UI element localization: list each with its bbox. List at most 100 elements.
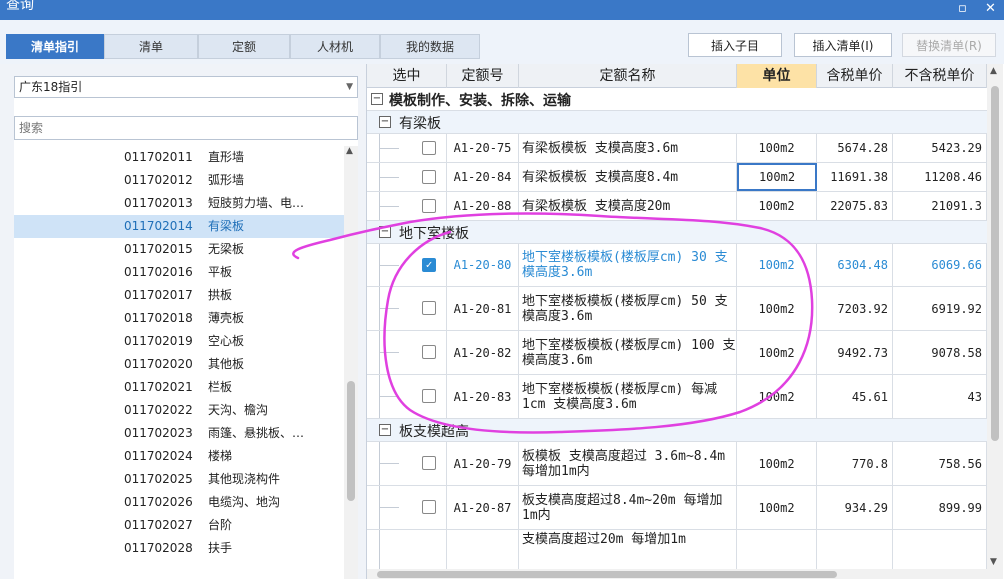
row-checkbox[interactable] — [422, 456, 436, 470]
tab-list[interactable]: 清单 — [104, 34, 198, 59]
collapse-icon[interactable]: − — [379, 226, 391, 238]
row-checkbox[interactable] — [422, 170, 436, 184]
tree-item[interactable]: 011702027 台阶 — [14, 514, 344, 537]
tab-quota[interactable]: 定额 — [198, 34, 290, 59]
select-cell — [367, 375, 447, 418]
table-row-checked[interactable]: ✓ A1-20-80 地下室楼板模板(楼板厚cm) 30 支模高度3.6m 10… — [367, 244, 987, 287]
close-icon[interactable]: ✕ — [985, 1, 996, 16]
tree-line — [379, 507, 399, 508]
guide-select-value: 广东18指引 — [19, 80, 83, 94]
col-unit[interactable]: 单位 — [737, 64, 817, 88]
row-checkbox[interactable] — [422, 345, 436, 359]
minimize-icon[interactable]: ▫ — [958, 1, 967, 16]
price-notax-cell: 6919.92 — [893, 287, 987, 330]
tree-scroll-thumb[interactable] — [347, 381, 355, 501]
row-checkbox[interactable] — [422, 389, 436, 403]
group-row[interactable]: − 板支模超高 — [367, 419, 987, 442]
search-input[interactable] — [14, 116, 358, 140]
unit-cell: 100m2 — [737, 375, 817, 418]
table-vscroll-thumb[interactable] — [991, 86, 999, 441]
chevron-down-icon: ▼ — [346, 82, 353, 92]
tree-item[interactable]: 011702016 平板 — [14, 261, 344, 284]
table-row[interactable]: A1-20-81 地下室楼板模板(楼板厚cm) 50 支模高度3.6m 100m… — [367, 287, 987, 331]
row-checkbox[interactable] — [422, 301, 436, 315]
row-checkbox[interactable] — [422, 199, 436, 213]
col-select[interactable]: 选中 — [367, 64, 447, 88]
tab-labor-material[interactable]: 人材机 — [290, 34, 380, 59]
tab-list-guide[interactable]: 清单指引 — [6, 34, 104, 59]
unit-cell: 100m2 — [737, 287, 817, 330]
tree-line — [379, 206, 399, 207]
table-row[interactable]: A1-20-83 地下室楼板模板(楼板厚cm) 每减1cm 支模高度3.6m 1… — [367, 375, 987, 419]
table-row[interactable]: A1-20-82 地下室楼板模板(楼板厚cm) 100 支模高度3.6m 100… — [367, 331, 987, 375]
tree-item[interactable]: 011702015 无梁板 — [14, 238, 344, 261]
table-row[interactable]: A1-20-87 板支模高度超过8.4m~20m 每增加1m内 100m2 93… — [367, 486, 987, 530]
tree-item[interactable]: 011702026 电缆沟、地沟 — [14, 491, 344, 514]
replace-list-button[interactable]: 替换清单(R) — [902, 33, 996, 57]
tree-item-name: 其他现浇构件 — [208, 472, 281, 486]
code-cell: A1-20-83 — [447, 375, 519, 418]
scroll-up-icon[interactable]: ▲ — [990, 66, 997, 76]
tree-item[interactable]: 011702021 栏板 — [14, 376, 344, 399]
name-cell: 地下室楼板模板(楼板厚cm) 每减1cm 支模高度3.6m — [519, 375, 737, 418]
tree-item[interactable]: 011702024 楼梯 — [14, 445, 344, 468]
table-row[interactable]: A1-20-84 有梁板模板 支模高度8.4m 100m2 11691.38 1… — [367, 163, 987, 192]
row-checkbox[interactable] — [422, 500, 436, 514]
table-row[interactable]: A1-20-75 有梁板模板 支模高度3.6m 100m2 5674.28 54… — [367, 134, 987, 163]
tree-item[interactable]: 011702012 弧形墙 — [14, 169, 344, 192]
tree-item-name: 电缆沟、地沟 — [208, 495, 281, 509]
tree-item-name: 扶手 — [208, 541, 233, 555]
table-row[interactable]: A1-20-88 有梁板模板 支模高度20m 100m2 22075.83 21… — [367, 192, 987, 221]
collapse-icon[interactable]: − — [379, 116, 391, 128]
code-cell: A1-20-75 — [447, 134, 519, 162]
unit-cell: 100m2 — [737, 331, 817, 374]
tree-scrollbar[interactable]: ▲ — [344, 146, 358, 579]
col-name[interactable]: 定额名称 — [519, 64, 737, 88]
scroll-up-icon[interactable]: ▲ — [346, 146, 353, 156]
group-row[interactable]: − 地下室楼板 — [367, 221, 987, 244]
tree-item[interactable]: 011702017 拱板 — [14, 284, 344, 307]
tree-line — [379, 463, 399, 464]
tree-item-code: 011702013 — [124, 196, 193, 210]
tree-item[interactable]: 011702018 薄壳板 — [14, 307, 344, 330]
tree-item-selected[interactable]: 011702014 有梁板 — [14, 215, 344, 238]
tree-item-name: 雨篷、悬挑板、… — [208, 426, 305, 440]
table-hscroll-thumb[interactable] — [377, 571, 837, 578]
tree-item[interactable]: 011702013 短肢剪力墙、电… — [14, 192, 344, 215]
tree-item[interactable]: 011702025 其他现浇构件 — [14, 468, 344, 491]
collapse-icon[interactable]: − — [371, 93, 383, 105]
tree-item[interactable]: 011702011 直形墙 — [14, 146, 344, 169]
table-row[interactable]: 支模高度超过20m 每增加1m — [367, 530, 987, 570]
tree-item[interactable]: 011702020 其他板 — [14, 353, 344, 376]
collapse-icon[interactable]: − — [379, 424, 391, 436]
group-row-top[interactable]: − 模板制作、安装、拆除、运输 — [367, 88, 987, 111]
col-code[interactable]: 定额号 — [447, 64, 519, 88]
tree-item[interactable]: 011702022 天沟、檐沟 — [14, 399, 344, 422]
tree-item-code: 011702028 — [124, 541, 193, 555]
price-tax-cell: 6304.48 — [817, 244, 893, 286]
guide-select[interactable]: 广东18指引 ▼ — [14, 76, 358, 98]
tree-line — [379, 352, 399, 353]
tree-item[interactable]: 011702023 雨篷、悬挑板、… — [14, 422, 344, 445]
group-row[interactable]: − 有梁板 — [367, 111, 987, 134]
select-cell — [367, 486, 447, 529]
price-tax-cell: 45.61 — [817, 375, 893, 418]
tab-my-data[interactable]: 我的数据 — [380, 34, 480, 59]
name-cell: 地下室楼板模板(楼板厚cm) 100 支模高度3.6m — [519, 331, 737, 374]
row-checkbox-checked[interactable]: ✓ — [422, 258, 436, 272]
tree-item[interactable]: 011702019 空心板 — [14, 330, 344, 353]
table-row[interactable]: A1-20-79 板模板 支模高度超过 3.6m~8.4m 每增加1m内 100… — [367, 442, 987, 486]
tree-item-name: 有梁板 — [208, 219, 245, 233]
row-checkbox[interactable] — [422, 141, 436, 155]
price-notax-cell: 11208.46 — [893, 163, 987, 191]
insert-list-button[interactable]: 插入清单(I) — [794, 33, 892, 57]
table-vscrollbar[interactable]: ▲ ▼ — [987, 64, 1003, 579]
tree-item[interactable]: 011702028 扶手 — [14, 537, 344, 560]
unit-cell: 100m2 — [737, 134, 817, 162]
insert-child-button[interactable]: 插入子目 — [688, 33, 782, 57]
unit-cell-focused[interactable]: 100m2 — [737, 163, 817, 191]
table-hscrollbar[interactable] — [367, 569, 987, 579]
col-price-tax[interactable]: 含税单价 — [817, 64, 893, 88]
scroll-down-icon[interactable]: ▼ — [990, 557, 997, 567]
col-price-notax[interactable]: 不含税单价 — [893, 64, 987, 88]
